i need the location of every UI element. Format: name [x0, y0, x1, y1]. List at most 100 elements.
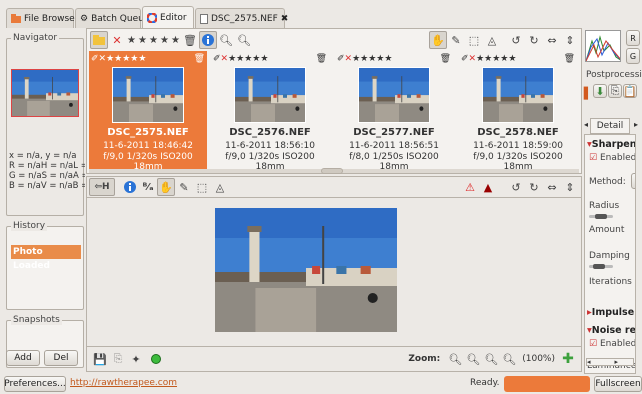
tab-detail[interactable]: Detail — [590, 118, 630, 134]
zoom-in-icon[interactable]: 🔍︎ — [235, 31, 253, 49]
hand-tool-icon[interactable]: ✋ — [157, 178, 175, 196]
thumbnail-image[interactable] — [358, 67, 430, 123]
fullscreen-button[interactable]: Fullscreen — [594, 376, 642, 392]
rotate-left-icon[interactable]: ↺ — [507, 178, 525, 196]
noise-reduction-header[interactable]: ▾Noise re — [587, 325, 635, 336]
clipboard-profile-icon[interactable]: 📋 — [623, 84, 637, 98]
histogram-red-button[interactable]: R — [626, 30, 640, 46]
tool-list-scrollbar[interactable]: ◂ ▸ — [586, 358, 634, 366]
histogram-green-button[interactable]: G — [626, 48, 640, 64]
zoom-100-icon[interactable]: 🔍︎ — [500, 350, 518, 368]
info-icon[interactable] — [121, 178, 139, 196]
star-filter-icon[interactable]: ★ — [170, 35, 181, 46]
add-snapshot-button[interactable]: Add — [6, 350, 40, 366]
trash-filter-icon[interactable]: 🗑 — [181, 31, 199, 49]
info-icon[interactable] — [199, 31, 217, 49]
thumbnail-image[interactable] — [234, 67, 306, 123]
zoom-fit-icon[interactable]: 🔍︎ — [482, 350, 500, 368]
trash-icon[interactable]: 🗑 — [316, 54, 327, 64]
rotate-right-icon[interactable]: ↻ — [525, 31, 543, 49]
folder-filter-icon[interactable] — [90, 31, 108, 49]
radius-slider[interactable] — [589, 214, 613, 219]
star-filter-icon[interactable]: ★ — [159, 35, 170, 46]
star-filter-icon[interactable]: ★ — [137, 35, 148, 46]
tool-tabs-scroll-right[interactable]: ▸ — [634, 120, 638, 129]
rotate-right-icon[interactable]: ↻ — [525, 178, 543, 196]
queue-image-icon[interactable]: ⎘ — [109, 350, 127, 368]
flip-vertical-icon[interactable]: ⇕ — [561, 178, 579, 196]
reject-icon[interactable]: ✕ — [469, 54, 477, 64]
new-detail-window-icon[interactable]: ✚ — [559, 350, 577, 368]
thumbnail-card[interactable]: ✐ ✕ ★★★★★ 🗑 DSC_2577.NEF 11-6-2011 18:56:51… — [335, 51, 453, 172]
tab-editor[interactable]: Editor — [142, 6, 194, 28]
straighten-icon[interactable]: ◬ — [211, 178, 229, 196]
preferences-button[interactable]: Preferences... — [4, 376, 66, 392]
star-filter-icon[interactable]: ★ — [148, 35, 159, 46]
star-filter-icon[interactable]: ★ — [126, 35, 137, 46]
thumbnail-card[interactable]: ✐ ✕ ★★★★★ 🗑 DSC_2578.NEF 11-6-2011 18:59:00… — [459, 51, 577, 172]
reject-icon[interactable]: ✕ — [221, 54, 229, 64]
close-icon[interactable]: ✖ — [281, 14, 289, 24]
image-preview-area[interactable] — [86, 198, 582, 346]
tab-image[interactable]: DSC_2575.NEF ✖ — [195, 8, 288, 28]
thumbnail-date: 11-6-2011 18:56:10 — [225, 141, 315, 151]
noise-enabled-checkbox[interactable]: ☑ Enabled — [589, 339, 635, 349]
flip-horizontal-icon[interactable]: ⇔ — [543, 31, 561, 49]
crop-icon[interactable]: ⬚ — [193, 178, 211, 196]
thumbnail-date: 11-6-2011 18:46:42 — [103, 141, 193, 151]
flip-horizontal-icon[interactable]: ⇔ — [543, 178, 561, 196]
rotate-left-icon[interactable]: ↺ — [507, 31, 525, 49]
star-rating-icon[interactable]: ★★★★★ — [228, 54, 268, 64]
unrated-filter-icon[interactable]: ✕ — [108, 31, 126, 49]
navigator-panel: Navigator x = n/a, y = n/a R = n/aH = n/… — [6, 33, 85, 216]
website-link[interactable]: http://rawtherapee.com — [70, 378, 177, 388]
thumbnail-image[interactable] — [482, 67, 554, 123]
star-rating-icon[interactable]: ★★★★★ — [106, 54, 146, 64]
thumbnail-image[interactable] — [112, 67, 184, 123]
scrollbar-thumb[interactable] — [321, 168, 343, 174]
trash-icon[interactable]: 🗑 — [194, 54, 205, 64]
color-picker-icon[interactable]: ✎ — [175, 178, 193, 196]
sharpening-header[interactable]: ▾Sharpen — [587, 139, 635, 150]
save-image-icon[interactable]: 💾 — [91, 350, 109, 368]
save-profile-icon[interactable]: ⬇ — [593, 84, 607, 98]
slider-handle[interactable] — [595, 214, 607, 219]
crop-icon[interactable]: ⬚ — [465, 31, 483, 49]
history-item[interactable]: Photo Loaded — [11, 245, 81, 271]
zoom-out-icon[interactable]: 🔍︎ — [217, 31, 235, 49]
zoom-out-icon[interactable]: 🔍︎ — [446, 350, 464, 368]
preview-image[interactable] — [215, 208, 397, 332]
damping-slider[interactable] — [589, 264, 613, 269]
send-to-editor-icon[interactable]: ✦ — [127, 350, 145, 368]
straighten-icon[interactable]: ◬ — [483, 31, 501, 49]
paste-profile-icon[interactable]: ▌ — [584, 84, 592, 102]
tab-batch-queue[interactable]: ⚙ Batch Queue — [75, 8, 149, 28]
shadow-clipping-icon[interactable]: ▲ — [479, 178, 497, 196]
zoom-in-icon[interactable]: 🔍︎ — [464, 350, 482, 368]
hand-tool-icon[interactable]: ✋ — [429, 31, 447, 49]
copy-profile-icon[interactable]: ⎘ — [608, 84, 622, 98]
thumbnail-card[interactable]: ✐ ✕ ★★★★★ 🗑 DSC_2576.NEF 11-6-2011 18:56:10… — [211, 51, 329, 172]
before-after-icon[interactable]: ᴮ⁄ₐ — [139, 178, 157, 196]
reject-icon[interactable]: ✕ — [345, 54, 353, 64]
star-rating-icon[interactable]: ★★★★★ — [476, 54, 516, 64]
color-picker-icon[interactable]: ✎ — [447, 31, 465, 49]
tab-file-browser[interactable]: File Browser — [6, 8, 78, 28]
delete-snapshot-button[interactable]: Del — [44, 350, 78, 366]
trash-icon[interactable]: 🗑 — [564, 54, 575, 64]
navigator-thumbnail[interactable] — [11, 69, 79, 117]
history-toggle-button[interactable]: ⇦ H — [89, 178, 115, 196]
trash-icon[interactable]: 🗑 — [440, 54, 451, 64]
slider-handle[interactable] — [593, 264, 605, 269]
method-select[interactable] — [631, 173, 635, 189]
highlight-clipping-icon[interactable]: ⚠ — [461, 178, 479, 196]
impulse-header[interactable]: ▸Impulse — [587, 307, 634, 318]
star-rating-icon[interactable]: ★★★★★ — [352, 54, 392, 64]
reject-icon[interactable]: ✕ — [99, 54, 107, 64]
histogram-green-label: G — [629, 51, 637, 61]
filmstrip-scrollbar[interactable] — [89, 168, 579, 174]
flip-vertical-icon[interactable]: ⇕ — [561, 31, 579, 49]
sharpening-enabled-checkbox[interactable]: ☑ Enabled — [589, 153, 635, 163]
thumbnail-card[interactable]: ✐ ✕ ★★★★★ 🗑 DSC_2575.NEF 11-6-2011 18:46:42… — [89, 51, 207, 172]
tool-tabs-scroll-left[interactable]: ◂ — [584, 120, 588, 129]
